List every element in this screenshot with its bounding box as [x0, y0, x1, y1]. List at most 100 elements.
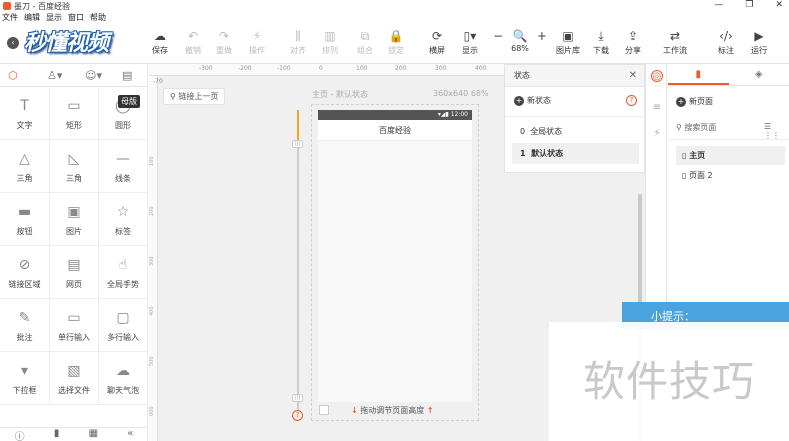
new-page-button[interactable]: + 新页面	[676, 96, 713, 107]
library-icon[interactable]: ▦	[89, 428, 98, 441]
save-button[interactable]: ☁ 保存	[145, 28, 175, 56]
ruler-origin: -70	[153, 78, 163, 85]
zoom-out-button[interactable]: −	[493, 28, 503, 44]
component-item[interactable]: ▬ 按钮	[0, 193, 50, 246]
maximize-button[interactable]: ❐	[745, 0, 753, 10]
page-height-slider[interactable]: ||| |||	[292, 110, 303, 410]
component-icon: T	[20, 98, 29, 114]
action-icon: ⚡	[252, 29, 262, 43]
page-search-input[interactable]: ⚲ 搜索页面	[676, 122, 756, 133]
component-item[interactable]: ▧ 选择文件	[50, 352, 99, 405]
icons-tab-icon[interactable]: ♙▾	[47, 69, 62, 82]
phone-body[interactable]	[318, 141, 472, 402]
component-item[interactable]: ☁ 聊天气泡	[99, 352, 148, 405]
component-label: 文字	[16, 121, 33, 130]
component-label: 下拉框	[12, 386, 37, 395]
component-item[interactable]: ▣ 图片	[50, 193, 99, 246]
download-button[interactable]: ⤓ 下载	[586, 28, 616, 56]
lock-button[interactable]: 🔒 锁定	[381, 28, 411, 56]
artboard-checkbox[interactable]	[319, 405, 329, 415]
minimize-button[interactable]: —	[714, 0, 723, 10]
component-item[interactable]: △ 三角	[0, 140, 50, 193]
link-previous-page-button[interactable]: ⚲ 链接上一页	[163, 88, 226, 105]
component-item[interactable]: ◺ 三角	[50, 140, 99, 193]
component-item[interactable]: ✎ 批注	[0, 299, 50, 352]
drag-hint: 拖动调节页面高度	[360, 406, 425, 415]
slider-bottom-handle[interactable]: |||	[292, 394, 303, 402]
question-icon[interactable]: ?	[626, 95, 637, 106]
state-row-global[interactable]: 0 全局状态	[512, 121, 639, 142]
component-item[interactable]: ☆ 标签	[99, 193, 148, 246]
annotate-button[interactable]: ‹/› 标注	[711, 28, 741, 56]
align-icon: ⫼	[295, 29, 301, 43]
component-label: 矩形	[66, 121, 82, 130]
component-label: 聊天气泡	[107, 386, 139, 395]
target-icon[interactable]: ◎	[651, 70, 663, 82]
run-button[interactable]: ▶ 运行	[744, 28, 774, 56]
help-icon[interactable]: ⓘ	[15, 428, 25, 441]
redo-button[interactable]: ↷ 重做	[209, 28, 239, 56]
menu-file[interactable]: 文件	[2, 12, 18, 24]
menu-help[interactable]: 帮助	[90, 12, 106, 24]
redo-icon: ↷	[218, 29, 230, 43]
phone-artboard[interactable]: ▾◢▮ 12:00 百度经验	[318, 110, 472, 402]
gallery-button[interactable]: ▣ 图片库	[553, 28, 583, 56]
magnifier-icon: 🔍	[512, 29, 528, 43]
component-item[interactable]: ⊘ 链接区域	[0, 246, 50, 299]
menu-view[interactable]: 显示	[46, 12, 62, 24]
landscape-button[interactable]: ⟳ 横屏	[422, 28, 452, 56]
new-state-button[interactable]: + 新状态	[514, 95, 551, 106]
menu-edit[interactable]: 编辑	[24, 12, 40, 24]
plus-icon: +	[514, 96, 524, 106]
component-item[interactable]: ▭ 单行输入	[50, 299, 99, 352]
vertical-ruler: 100 200 300 400 500 600	[149, 76, 158, 441]
component-label: 全局手势	[107, 280, 139, 289]
undo-button[interactable]: ↶ 撤销	[178, 28, 208, 56]
components-tab-icon[interactable]: ⬡	[8, 69, 18, 82]
component-item[interactable]: ▢ 多行输入	[99, 299, 148, 352]
component-label: 选择文件	[58, 386, 90, 395]
distribute-button[interactable]: ▥ 排列	[315, 28, 345, 56]
workflow-button[interactable]: ⇄ 工作流	[660, 28, 690, 56]
emoji-tab-icon[interactable]: ☺▾	[85, 69, 102, 82]
component-item[interactable]: ▾ 下拉框	[0, 352, 50, 405]
lock-icon: 🔒	[388, 29, 404, 43]
display-button[interactable]: ▯▾ 显示	[455, 28, 485, 56]
group-button[interactable]: ⧉ 组合	[350, 28, 380, 56]
slider-top-handle[interactable]: |||	[292, 140, 303, 148]
close-button[interactable]: ✕	[775, 0, 783, 10]
state-row-default[interactable]: 1 默认状态	[512, 143, 639, 164]
component-label: 三角	[66, 174, 82, 183]
states-title: 状态	[514, 71, 530, 80]
canvas-area[interactable]: -300 -200 -100 0 100 200 300 400 100 200…	[149, 64, 504, 441]
align-button[interactable]: ⫼ 对齐	[283, 28, 313, 56]
page-item-2[interactable]: ▯ 页面 2	[676, 166, 785, 185]
back-button[interactable]: ‹	[7, 37, 19, 49]
zoom-in-button[interactable]: +	[537, 28, 547, 44]
close-icon[interactable]: ✕	[629, 65, 637, 87]
list-icon[interactable]: ≡	[651, 102, 663, 114]
action-button[interactable]: ⚡ 操作	[242, 28, 272, 56]
menu-window[interactable]: 窗口	[68, 12, 84, 24]
component-item[interactable]: — 线条	[99, 140, 148, 193]
window-title: 墨刀 - 百度经验	[14, 1, 70, 11]
component-item[interactable]: T 文字	[0, 87, 50, 140]
share-button[interactable]: ⇪ 分享	[618, 28, 648, 56]
document-icon[interactable]: ▮	[54, 428, 60, 441]
pages-tab-icon[interactable]: ▮	[668, 64, 729, 85]
list-view-icon[interactable]: ☰	[764, 122, 771, 131]
distribute-icon: ▥	[324, 29, 336, 43]
artboard-footer: ↓ 拖动调节页面高度 ↑	[311, 401, 479, 421]
master-tab-icon[interactable]: ▤	[122, 69, 132, 82]
layers-tab-icon[interactable]: ◈	[729, 64, 789, 85]
component-label: 按钮	[16, 227, 33, 236]
lightning-icon[interactable]: ⚡	[651, 128, 663, 140]
page-item-home[interactable]: ▯ 主页	[676, 146, 785, 165]
question-icon[interactable]: ?	[292, 410, 303, 421]
component-label: 线条	[115, 174, 131, 183]
component-item[interactable]: ▤ 网页	[50, 246, 99, 299]
component-item[interactable]: ☝ 全局手势	[99, 246, 148, 299]
share-icon: ⇪	[627, 29, 639, 43]
component-item[interactable]: ▭ 矩形	[50, 87, 99, 140]
collapse-icon[interactable]: «	[127, 428, 133, 441]
